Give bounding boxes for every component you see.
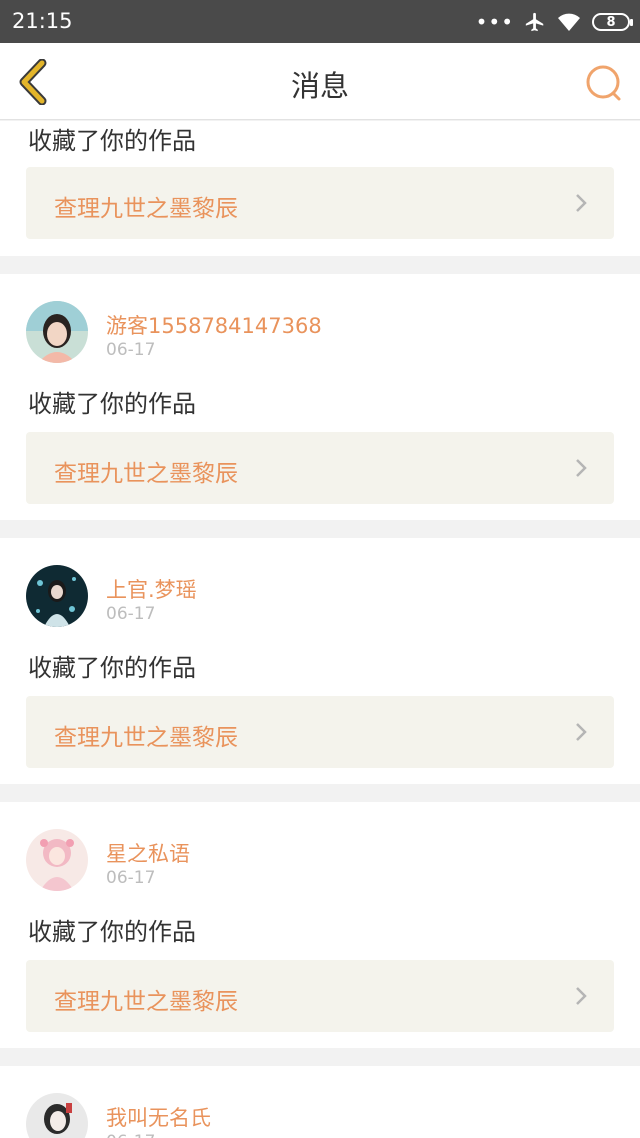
chevron-right-icon	[576, 723, 587, 741]
message-date: 06-17	[106, 340, 156, 360]
work-title: 查理九世之墨黎辰	[54, 196, 238, 222]
chevron-right-icon	[576, 987, 587, 1005]
message-list: 收藏了你的作品 查理九世之墨黎辰 游客1558784147368 06-17 收…	[0, 121, 640, 1138]
work-link[interactable]: 查理九世之墨黎辰	[26, 960, 614, 1032]
avatar[interactable]	[26, 565, 88, 627]
message-card: 上官.梦瑶 06-17 收藏了你的作品 查理九世之墨黎辰	[0, 538, 640, 784]
message-card: 收藏了你的作品 查理九世之墨黎辰	[0, 121, 640, 256]
user-name[interactable]: 游客1558784147368	[106, 310, 322, 340]
avatar[interactable]	[26, 829, 88, 891]
message-card: 游客1558784147368 06-17 收藏了你的作品 查理九世之墨黎辰	[0, 274, 640, 520]
more-dots-icon: •••	[475, 10, 514, 34]
action-text: 收藏了你的作品	[28, 654, 196, 682]
message-card: 我叫无名氏 06-17	[0, 1066, 640, 1138]
status-time: 21:15	[12, 9, 73, 33]
airplane-icon	[525, 12, 544, 32]
work-title: 查理九世之墨黎辰	[54, 989, 238, 1015]
message-date: 06-17	[106, 1132, 155, 1138]
action-text: 收藏了你的作品	[28, 127, 196, 155]
search-icon[interactable]	[584, 63, 624, 103]
wifi-icon	[558, 13, 580, 31]
page-title: 消息	[290, 69, 349, 103]
work-link[interactable]: 查理九世之墨黎辰	[26, 432, 614, 504]
chevron-right-icon	[576, 194, 587, 212]
status-icons: ••• 8	[475, 10, 633, 34]
user-name[interactable]: 我叫无名氏	[106, 1102, 211, 1132]
work-link[interactable]: 查理九世之墨黎辰	[26, 696, 614, 768]
avatar[interactable]	[26, 301, 88, 363]
work-title: 查理九世之墨黎辰	[54, 725, 238, 751]
status-bar: 21:15 ••• 8	[0, 0, 640, 43]
chevron-right-icon	[576, 459, 587, 477]
message-card: 星之私语 06-17 收藏了你的作品 查理九世之墨黎辰	[0, 802, 640, 1048]
user-name[interactable]: 上官.梦瑶	[106, 574, 197, 604]
work-link[interactable]: 查理九世之墨黎辰	[26, 167, 614, 239]
user-name[interactable]: 星之私语	[106, 838, 190, 868]
message-date: 06-17	[106, 868, 156, 888]
message-date: 06-17	[106, 604, 156, 624]
top-nav: 消息	[0, 43, 640, 120]
action-text: 收藏了你的作品	[28, 390, 196, 418]
avatar[interactable]	[26, 1093, 88, 1138]
battery-icon: 8	[592, 13, 633, 31]
work-title: 查理九世之墨黎辰	[54, 461, 238, 487]
action-text: 收藏了你的作品	[28, 918, 196, 946]
